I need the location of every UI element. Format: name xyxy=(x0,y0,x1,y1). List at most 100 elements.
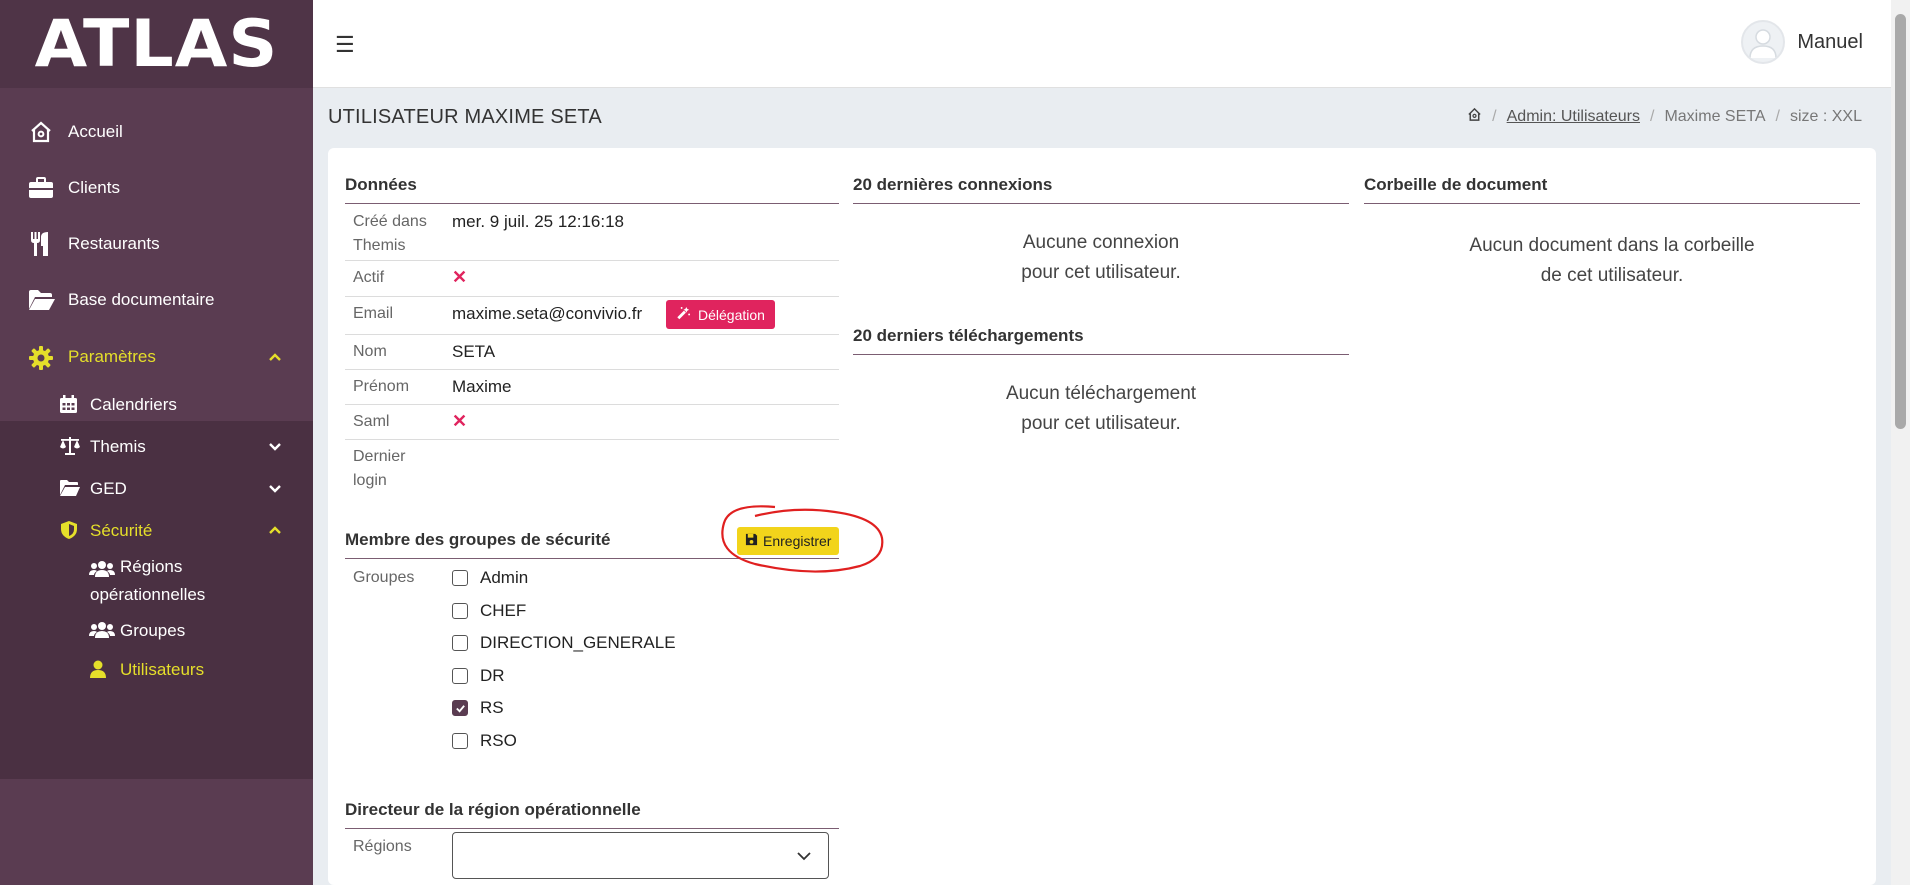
row-divider xyxy=(345,369,839,370)
breadcrumb: / Admin: Utilisateurs / Maxime SETA / si… xyxy=(1467,107,1862,127)
top-bar: ☰ Manuel xyxy=(313,0,1891,88)
shield-icon xyxy=(60,520,78,540)
sidebar-item-label: Utilisateurs xyxy=(120,660,205,679)
group-checkbox-row[interactable]: CHEF xyxy=(452,601,526,621)
breadcrumb-current: Maxime SETA xyxy=(1664,108,1766,125)
row-divider xyxy=(345,439,839,440)
empty-message-line: Aucun téléchargement xyxy=(1005,383,1197,404)
connexions-empty-message: Aucune connexion pour cet utilisateur. xyxy=(853,228,1349,288)
group-checkbox-row[interactable]: Admin xyxy=(452,568,528,588)
group-checkbox-row[interactable]: DR xyxy=(452,666,505,686)
breadcrumb-separator: / xyxy=(1775,108,1780,125)
sidebar-item-label: Paramètres xyxy=(68,347,156,366)
annotation-circle xyxy=(721,505,884,573)
home-icon xyxy=(29,120,53,144)
home-icon[interactable] xyxy=(1467,107,1482,127)
chevron-down-icon xyxy=(267,438,283,454)
section-title-directeur: Directeur de la région opérationnelle xyxy=(345,800,839,829)
group-checkbox[interactable] xyxy=(452,570,468,586)
group-checkbox[interactable] xyxy=(452,635,468,652)
row-divider xyxy=(345,296,839,297)
gear-icon xyxy=(28,345,54,371)
empty-message-line: pour cet utilisateur. xyxy=(1021,262,1181,283)
sidebar-item-label-line2: opérationnelles xyxy=(90,585,206,604)
breadcrumb-separator: / xyxy=(1650,108,1655,125)
briefcase-icon xyxy=(28,176,54,200)
sidebar-item-restaurants[interactable]: Restaurants xyxy=(0,228,313,260)
user-name[interactable]: Manuel xyxy=(1797,31,1863,54)
group-checkbox-row[interactable]: DIRECTION_GENERALE xyxy=(452,633,676,653)
field-label-prenom: Prénom xyxy=(353,378,410,395)
users-icon xyxy=(89,560,115,578)
sidebar-item-securite[interactable]: Sécurité xyxy=(0,516,313,544)
section-title-corbeille: Corbeille de document xyxy=(1364,175,1860,204)
sidebar-item-regions-operationnelles[interactable]: Régions opérationnelles xyxy=(0,555,313,607)
row-divider xyxy=(345,404,839,405)
breadcrumb-link-admin-utilisateurs[interactable]: Admin: Utilisateurs xyxy=(1507,108,1640,126)
sidebar-item-label: Accueil xyxy=(68,122,123,141)
sidebar-item-themis[interactable]: Themis xyxy=(0,432,313,460)
avatar[interactable] xyxy=(1741,20,1786,64)
group-checkbox[interactable] xyxy=(452,700,468,717)
telechargements-empty-message: Aucun téléchargement pour cet utilisateu… xyxy=(853,379,1349,439)
field-label-cree-line1: Créé dans xyxy=(353,213,427,230)
row-divider xyxy=(345,260,839,261)
group-checkbox-label: DR xyxy=(480,665,505,685)
field-label-groupes: Groupes xyxy=(353,569,415,586)
sidebar-item-groupes[interactable]: Groupes xyxy=(0,616,313,644)
scrollbar-thumb[interactable] xyxy=(1895,14,1906,429)
sidebar-item-label: Themis xyxy=(90,437,146,456)
section-title-donnees: Données xyxy=(345,175,839,204)
folder-open-icon xyxy=(28,289,56,311)
group-checkbox-label: RS xyxy=(480,698,504,718)
regions-select[interactable] xyxy=(452,832,829,879)
sidebar-item-base-documentaire[interactable]: Base documentaire xyxy=(0,284,313,316)
sidebar-item-label: GED xyxy=(90,479,127,498)
empty-message-line: de cet utilisateur. xyxy=(1540,265,1684,286)
magic-wand-icon xyxy=(676,306,691,324)
scale-icon xyxy=(59,436,81,456)
group-checkbox-label: CHEF xyxy=(480,600,527,620)
section-title-telechargements: 20 derniers téléchargements xyxy=(853,326,1349,355)
chevron-down-icon xyxy=(796,848,812,869)
sidebar-item-ged[interactable]: GED xyxy=(0,474,313,502)
brand-name: ATLAS xyxy=(34,6,279,82)
sidebar-nav: Accueil Clients Restaurants Base documen… xyxy=(0,88,313,779)
sidebar-item-parametres[interactable]: Paramètres xyxy=(0,341,313,373)
delegation-button[interactable]: Délégation xyxy=(666,300,775,329)
sidebar-item-utilisateurs[interactable]: Utilisateurs xyxy=(0,655,313,683)
check-icon xyxy=(455,705,465,713)
empty-message-line: Aucun document dans la corbeille xyxy=(1469,235,1755,256)
group-checkbox-row[interactable]: RSO xyxy=(452,731,517,751)
field-label-nom: Nom xyxy=(353,343,387,360)
sidebar-item-label: Sécurité xyxy=(90,521,153,540)
user-menu[interactable]: Manuel xyxy=(1741,20,1863,64)
group-checkbox-row[interactable]: RS xyxy=(452,698,504,718)
page-title: UTILISATEUR MAXIME SETA xyxy=(328,106,602,128)
sidebar-item-calendriers[interactable]: Calendriers xyxy=(0,390,313,418)
sidebar-item-clients[interactable]: Clients xyxy=(0,172,313,204)
chevron-up-icon xyxy=(267,349,283,365)
sidebar-item-label: Clients xyxy=(68,178,120,197)
field-value-prenom: Maxime xyxy=(452,377,512,396)
row-divider xyxy=(345,334,839,335)
section-title-connexions: 20 dernières connexions xyxy=(853,175,1349,204)
field-label-regions: Régions xyxy=(353,838,412,855)
close-icon: ✕ xyxy=(452,411,468,431)
group-checkbox[interactable] xyxy=(452,667,468,684)
corbeille-empty-message: Aucun document dans la corbeille de cet … xyxy=(1364,231,1860,291)
hamburger-menu-icon[interactable]: ☰ xyxy=(335,32,355,58)
group-checkbox[interactable] xyxy=(452,602,468,619)
delegation-button-label: Délégation xyxy=(698,306,765,323)
page-scrollbar[interactable] xyxy=(1891,0,1910,885)
sidebar-item-label: Calendriers xyxy=(90,395,177,414)
breadcrumb-size: size : XXL xyxy=(1789,108,1862,125)
folder-icon xyxy=(59,479,81,497)
field-value-email: maxime.seta@convivio.fr xyxy=(452,304,643,323)
sidebar-item-accueil[interactable]: Accueil xyxy=(0,116,313,148)
sidebar-item-label: Restaurants xyxy=(68,234,160,253)
field-label-saml: Saml xyxy=(353,413,390,430)
group-checkbox-label: Admin xyxy=(480,568,529,587)
brand-logo[interactable]: ATLAS xyxy=(0,0,313,88)
group-checkbox[interactable] xyxy=(452,733,468,749)
